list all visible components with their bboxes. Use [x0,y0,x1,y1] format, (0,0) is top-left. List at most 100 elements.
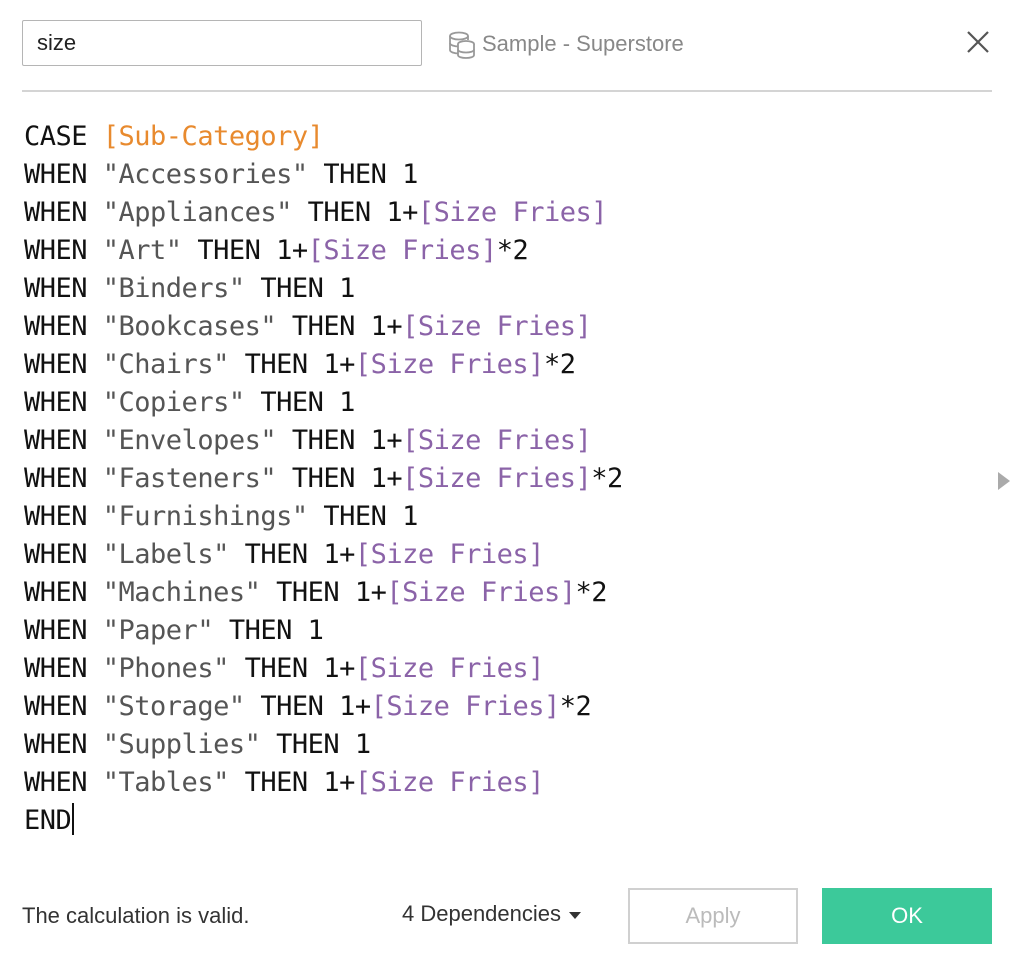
formula-keyword: WHEN [24,615,103,646]
formula-field: [Size Fries] [386,577,576,608]
formula-line: WHEN "Binders" THEN 1 [24,270,974,308]
formula-keyword: *2 [591,463,623,494]
formula-keyword: WHEN [24,691,103,722]
formula-keyword: WHEN [24,235,103,266]
formula-string: "Binders" [102,273,245,304]
formula-string: "Machines" [102,577,261,608]
formula-line: WHEN "Appliances" THEN 1+[Size Fries] [24,194,974,232]
caret-down-icon [569,911,582,919]
close-icon [966,30,990,59]
formula-field: [Size Fries] [354,767,545,798]
formula-keyword: WHEN [24,159,103,190]
formula-keyword: WHEN [24,349,103,380]
formula-keyword: WHEN [24,311,103,342]
formula-field: [Sub-Category] [102,121,324,152]
formula-string: "Appliances" [102,197,293,228]
formula-keyword: THEN 1+ [228,653,356,684]
calculation-name-input[interactable] [22,20,422,66]
formula-keyword: THEN 1+ [181,235,308,266]
formula-string: "Furnishings" [102,501,308,532]
formula-keyword: THEN 1+ [244,691,371,722]
formula-keyword: END [24,805,72,836]
formula-field: [Size Fries] [307,235,498,266]
formula-keyword: THEN 1+ [291,197,419,228]
formula-keyword: *2 [496,235,529,266]
formula-keyword: WHEN [24,767,103,798]
formula-keyword: CASE [24,121,103,152]
apply-button[interactable]: Apply [628,888,798,944]
formula-keyword: THEN 1+ [276,463,403,494]
formula-string: "Envelopes" [102,425,277,456]
formula-field: [Size Fries] [354,539,545,570]
formula-line: WHEN "Bookcases" THEN 1+[Size Fries] [24,308,974,346]
formula-string: "Accessories" [102,159,308,190]
dependencies-dropdown[interactable]: 4 Dependencies [402,898,582,930]
formula-field: [Size Fries] [417,197,608,228]
formula-editor[interactable]: CASE [Sub-Category] WHEN "Accessories" TH… [24,118,974,854]
formula-keyword: WHEN [24,387,103,418]
formula-string: "Tables" [102,767,230,798]
formula-keyword: *2 [559,691,592,722]
formula-string: "Phones" [102,653,230,684]
formula-field: [Size Fries] [370,691,561,722]
formula-keyword: THEN 1+ [228,349,356,380]
close-button[interactable] [962,28,994,60]
datasource-label: Sample - Superstore [446,26,684,62]
formula-string: "Art" [102,235,182,266]
datasource-name: Sample - Superstore [482,31,684,56]
formula-keyword: THEN 1 [307,159,418,190]
formula-keyword: THEN 1 [213,615,324,646]
formula-line: WHEN "Paper" THEN 1 [24,612,974,650]
formula-line: WHEN "Furnishings" THEN 1 [24,498,974,536]
formula-keyword: WHEN [24,273,103,304]
formula-keyword: WHEN [24,577,103,608]
formula-line: WHEN "Chairs" THEN 1+[Size Fries]*2 [24,346,974,384]
formula-keyword: WHEN [24,197,103,228]
formula-keyword: THEN 1+ [276,311,403,342]
formula-line: WHEN "Machines" THEN 1+[Size Fries]*2 [24,574,974,612]
text-cursor [72,803,75,835]
formula-field: [Size Fries] [402,425,592,456]
formula-line: WHEN "Phones" THEN 1+[Size Fries] [24,650,974,688]
formula-keyword: THEN 1+ [260,577,387,608]
formula-keyword: *2 [575,577,607,608]
formula-string: "Labels" [102,539,230,570]
formula-keyword: THEN 1 [244,387,355,418]
formula-line: WHEN "Labels" THEN 1+[Size Fries] [24,536,974,574]
formula-line: CASE [Sub-Category] [24,118,974,156]
formula-keyword: WHEN [24,463,103,494]
formula-line: WHEN "Envelopes" THEN 1+[Size Fries] [24,422,974,460]
formula-keyword: THEN 1+ [228,767,356,798]
formula-string: "Copiers" [102,387,245,418]
formula-keyword: WHEN [24,539,103,570]
formula-string: "Paper" [102,615,214,646]
chevron-right-icon[interactable] [998,472,1010,490]
formula-string: "Chairs" [102,349,230,380]
formula-line: WHEN "Supplies" THEN 1 [24,726,974,764]
ok-button[interactable]: OK [822,888,992,944]
formula-line: END [24,802,974,840]
validation-status: The calculation is valid. [22,903,250,928]
dependencies-label: 4 Dependencies [402,901,562,926]
formula-keyword: THEN 1 [307,501,418,532]
formula-field: [Size Fries] [402,311,592,342]
formula-keyword: *2 [543,349,576,380]
formula-keyword: WHEN [24,653,103,684]
formula-line: WHEN "Storage" THEN 1+[Size Fries]*2 [24,688,974,726]
formula-line: WHEN "Accessories" THEN 1 [24,156,974,194]
formula-field: [Size Fries] [354,653,545,684]
formula-string: "Fasteners" [102,463,277,494]
formula-keyword: THEN 1+ [276,425,403,456]
formula-line: WHEN "Tables" THEN 1+[Size Fries] [24,764,974,802]
formula-keyword: WHEN [24,501,103,532]
formula-keyword: THEN 1 [260,729,371,760]
formula-line: WHEN "Fasteners" THEN 1+[Size Fries]*2 [24,460,974,498]
formula-line: WHEN "Copiers" THEN 1 [24,384,974,422]
database-icon [446,28,478,60]
header-divider [22,90,992,92]
formula-keyword: THEN 1+ [228,539,356,570]
formula-keyword: WHEN [24,729,103,760]
formula-keyword: THEN 1 [244,273,355,304]
formula-field: [Size Fries] [402,463,592,494]
formula-string: "Storage" [102,691,245,722]
